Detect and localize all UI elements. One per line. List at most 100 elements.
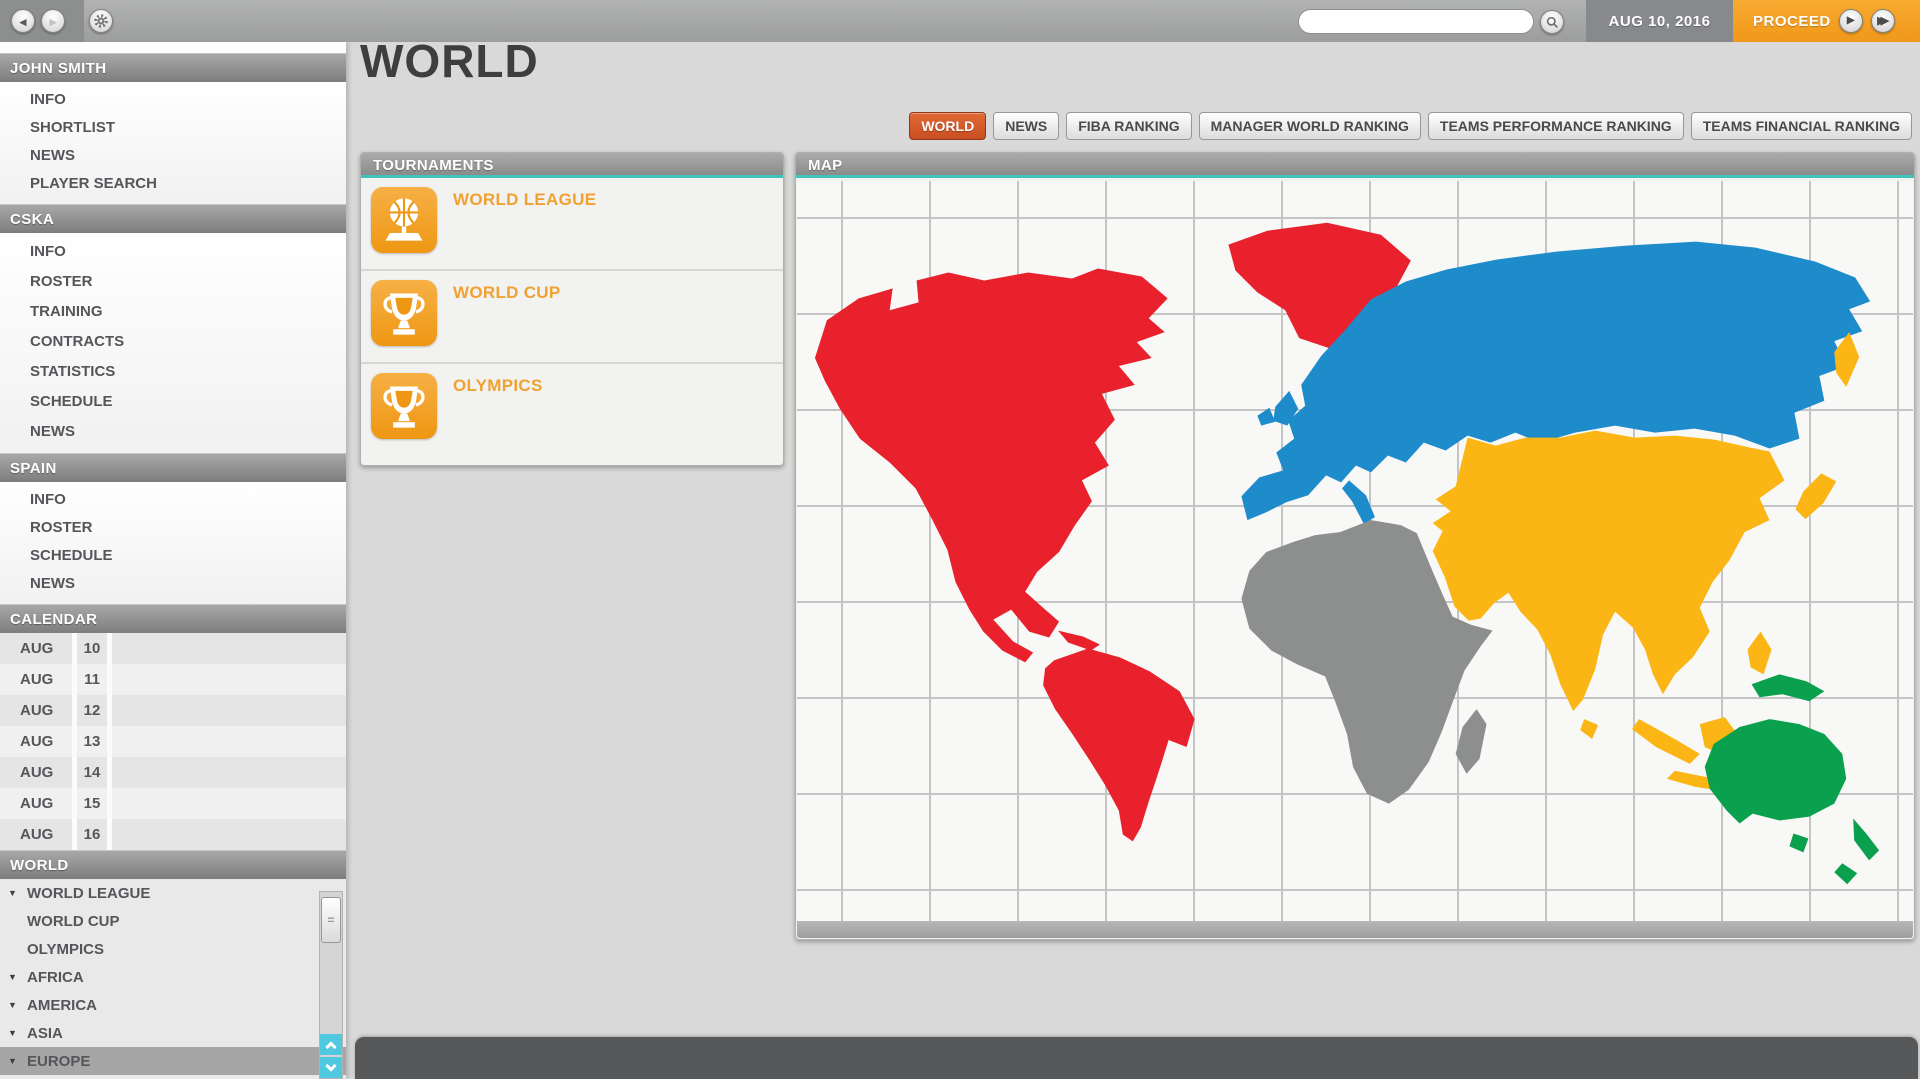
tree-item-america[interactable]: ▼AMERICA [0,991,346,1019]
tree-item-label: AMERICA [27,997,97,1014]
tree-item-label: EUROPE [27,1053,90,1070]
proceed-button[interactable]: PROCEED ▶ ▶▶ [1733,0,1920,42]
sidebar-item-john-smith-shortlist[interactable]: SHORTLIST [0,114,346,142]
sidebar-item-spain-roster[interactable]: ROSTER [0,514,346,542]
settings-button[interactable] [89,9,113,33]
sidebar-item-cska-contracts[interactable]: CONTRACTS [0,327,346,357]
tab-news[interactable]: NEWS [993,112,1059,140]
gear-icon [93,13,109,29]
sidebar-item-spain-news[interactable]: NEWS [0,570,346,598]
calendar-row-10[interactable]: AUG10 [0,633,346,664]
map-horizontal-scrollbar[interactable] [797,921,1913,938]
basketball-icon [378,194,430,246]
calendar-row-16[interactable]: AUG16 [0,819,346,850]
tournaments-panel-header: TOURNAMENTS [361,153,783,178]
tab-world[interactable]: WORLD [909,112,986,140]
calendar-row-15[interactable]: AUG15 [0,788,346,819]
back-button[interactable]: ◂ [11,9,35,33]
calendar-day: 13 [77,726,107,757]
search-input[interactable] [1298,9,1534,34]
calendar-day: 15 [77,788,107,819]
sidebar-header-world: WORLD [0,850,346,879]
tab-fiba-ranking[interactable]: FIBA RANKING [1066,112,1191,140]
back-icon: ◂ [20,15,27,28]
fast-forward-button[interactable]: ▶▶ [1871,9,1895,33]
sidebar-section-list: INFOROSTERSCHEDULENEWS [0,482,346,604]
sidebar-header-calendar: CALENDAR [0,604,346,633]
play-step-button[interactable]: ▶ [1839,9,1863,33]
bottom-ticker-panel [355,1037,1918,1079]
scrollbar[interactable]: = [319,891,343,1079]
tree-item-label: ASIA [27,1025,63,1042]
map-panel-header: MAP [796,153,1914,178]
tab-teams-performance-ranking[interactable]: TEAMS PERFORMANCE RANKING [1428,112,1684,140]
sidebar: JOHN SMITHINFOSHORTLISTNEWSPLAYER SEARCH… [0,42,346,1079]
sidebar-item-spain-info[interactable]: INFO [0,486,346,514]
chevron-up-icon [325,1041,336,1052]
scroll-down-button[interactable] [320,1057,342,1078]
calendar-day: 12 [77,695,107,726]
calendar-row-14[interactable]: AUG14 [0,757,346,788]
calendar-event-cell[interactable] [112,819,346,850]
forward-button[interactable]: ▸ [41,9,65,33]
tab-teams-financial-ranking[interactable]: TEAMS FINANCIAL RANKING [1691,112,1912,140]
region-oceania[interactable] [1705,674,1879,884]
trophy-icon [371,373,437,439]
tree-item-africa[interactable]: ▼ AFRICA [0,963,346,991]
tournament-row-world-cup[interactable]: WORLD CUP [361,271,783,364]
tree-item-world-league[interactable]: ▼WORLD LEAGUE [0,879,346,907]
search-button[interactable] [1540,10,1564,34]
calendar-event-cell[interactable] [112,788,346,819]
sidebar-item-cska-training[interactable]: TRAINING [0,297,346,327]
region-americas[interactable] [815,223,1411,842]
calendar-month: AUG [0,788,72,819]
sidebar-item-john-smith-info[interactable]: INFO [0,86,346,114]
world-map[interactable] [797,181,1913,921]
calendar-month: AUG [0,757,72,788]
triangle-down-icon: ▼ [8,972,22,982]
sidebar-header-cska: CSKA [0,204,346,233]
calendar-event-cell[interactable] [112,726,346,757]
calendar-day: 10 [77,633,107,664]
calendar-month: AUG [0,633,72,664]
sidebar-header-spain: SPAIN [0,453,346,482]
sidebar-section-list: INFOSHORTLISTNEWSPLAYER SEARCH [0,82,346,204]
sidebar-item-cska-schedule[interactable]: SCHEDULE [0,387,346,417]
calendar-event-cell[interactable] [112,695,346,726]
calendar-event-cell[interactable] [112,664,346,695]
sidebar-item-cska-roster[interactable]: ROSTER [0,267,346,297]
tournaments-panel: TOURNAMENTS WORLD LEAGUE WORLD CUP OLYMP… [360,152,784,466]
scroll-up-button[interactable] [320,1034,342,1055]
sidebar-item-john-smith-news[interactable]: NEWS [0,142,346,170]
calendar-row-12[interactable]: AUG12 [0,695,346,726]
calendar-month: AUG [0,695,72,726]
calendar-month: AUG [0,819,72,850]
fast-forward-icon: ▶▶ [1877,16,1888,27]
forward-icon: ▸ [50,15,57,28]
calendar-month: AUG [0,664,72,695]
basketball-icon [371,187,437,253]
page-title: WORLD [360,34,539,88]
trophy-icon [378,380,430,432]
triangle-down-icon: ▼ [8,888,22,898]
calendar-event-cell[interactable] [112,757,346,788]
sidebar-item-cska-info[interactable]: INFO [0,237,346,267]
calendar-row-13[interactable]: AUG13 [0,726,346,757]
tree-item-world-cup[interactable]: WORLD CUP [0,907,346,935]
calendar-row-11[interactable]: AUG11 [0,664,346,695]
sidebar-item-cska-statistics[interactable]: STATISTICS [0,357,346,387]
tournament-label: WORLD CUP [453,283,561,303]
tournament-row-olympics[interactable]: OLYMPICS [361,364,783,457]
tournament-row-world-league[interactable]: WORLD LEAGUE [361,178,783,271]
tree-item-olympics[interactable]: OLYMPICS [0,935,346,963]
tree-item-asia[interactable]: ▼ ASIA [0,1019,346,1047]
tree-item-europe[interactable]: ▼EUROPE [0,1047,346,1075]
calendar-event-cell[interactable] [112,633,346,664]
tab-manager-world-ranking[interactable]: MANAGER WORLD RANKING [1199,112,1421,140]
tree-item-label: AFRICA [27,969,84,986]
sidebar-item-spain-schedule[interactable]: SCHEDULE [0,542,346,570]
sidebar-item-john-smith-player-search[interactable]: PLAYER SEARCH [0,170,346,198]
sidebar-item-cska-news[interactable]: NEWS [0,417,346,447]
triangle-down-icon: ▼ [8,1028,22,1038]
scrollbar-thumb[interactable]: = [321,897,341,943]
